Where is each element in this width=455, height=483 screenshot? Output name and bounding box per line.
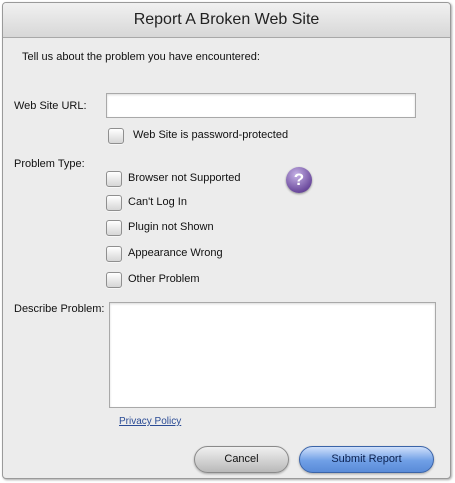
report-broken-site-dialog: Report A Broken Web Site Tell us about t… [2, 2, 451, 479]
checkbox[interactable] [106, 171, 122, 187]
option-label: Plugin not Shown [128, 221, 214, 233]
checkbox[interactable] [106, 246, 122, 262]
checkbox[interactable] [106, 195, 122, 211]
checkbox[interactable] [106, 272, 122, 288]
intro-text: Tell us about the problem you have encou… [22, 51, 260, 63]
password-protected-label: Web Site is password-protected [133, 129, 289, 141]
checkbox[interactable] [108, 128, 124, 144]
describe-problem-label: Describe Problem: [14, 303, 105, 315]
url-input[interactable] [106, 93, 416, 118]
checkbox[interactable] [106, 220, 122, 236]
url-label: Web Site URL: [14, 100, 87, 112]
help-icon[interactable]: ? [286, 167, 312, 193]
option-label: Appearance Wrong [128, 247, 223, 259]
submit-report-button[interactable]: Submit Report [299, 446, 434, 473]
privacy-policy-link[interactable]: Privacy Policy [119, 416, 181, 427]
option-label: Browser not Supported [128, 172, 241, 184]
problem-type-label: Problem Type: [14, 158, 85, 170]
cancel-button[interactable]: Cancel [194, 446, 289, 473]
describe-problem-textarea[interactable] [109, 302, 436, 408]
dialog-title: Report A Broken Web Site [3, 3, 450, 38]
option-label: Can't Log In [128, 196, 187, 208]
option-label: Other Problem [128, 273, 200, 285]
